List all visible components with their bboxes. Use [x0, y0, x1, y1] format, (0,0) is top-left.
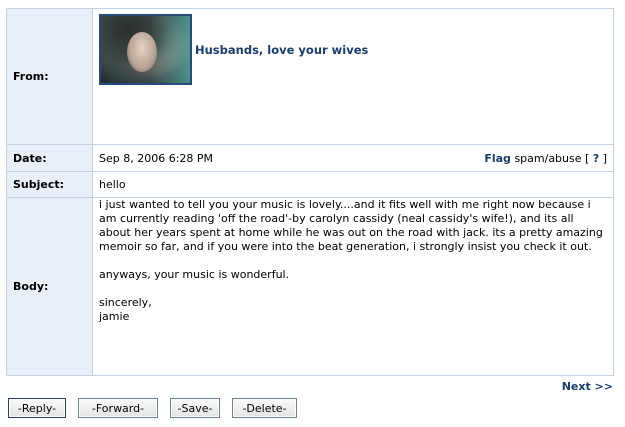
- delete-button[interactable]: -Delete-: [232, 398, 297, 418]
- body-paragraph: i just wanted to tell you your music is …: [99, 198, 603, 253]
- from-row: From: Husbands, love your wives: [6, 8, 614, 145]
- reply-button[interactable]: -Reply-: [8, 398, 66, 418]
- from-value: Husbands, love your wives: [92, 8, 614, 145]
- message-body: i just wanted to tell you your music is …: [92, 197, 614, 376]
- next-link[interactable]: Next >>: [562, 380, 613, 393]
- spam-label: spam/abuse: [514, 151, 582, 165]
- date-value-cell: Sep 8, 2006 6:28 PM Flag spam/abuse [ ? …: [92, 144, 614, 172]
- forward-button[interactable]: -Forward-: [78, 398, 158, 418]
- sender-avatar[interactable]: [99, 14, 192, 85]
- action-buttons: -Reply- -Forward- -Save- -Delete-: [8, 398, 309, 418]
- help-link[interactable]: ?: [593, 152, 599, 165]
- sender-name-link[interactable]: Husbands, love your wives: [195, 43, 368, 57]
- flag-area: Flag spam/abuse [ ? ]: [484, 152, 607, 165]
- body-label: Body:: [6, 197, 93, 376]
- body-paragraph: sincerely, jamie: [99, 296, 152, 323]
- body-row: Body: i just wanted to tell you your mus…: [6, 197, 614, 376]
- flag-link[interactable]: Flag: [484, 152, 511, 165]
- bracket-close: ]: [602, 151, 607, 165]
- message-date: Sep 8, 2006 6:28 PM: [99, 151, 214, 165]
- body-paragraph: anyways, your music is wonderful.: [99, 268, 290, 281]
- date-row: Date: Sep 8, 2006 6:28 PM Flag spam/abus…: [6, 144, 614, 172]
- subject-label: Subject:: [6, 171, 93, 198]
- save-button[interactable]: -Save-: [170, 398, 220, 418]
- subject-row: Subject: hello: [6, 171, 614, 198]
- bracket-open: [: [585, 151, 590, 165]
- subject-value: hello: [92, 171, 614, 198]
- message-table: From: Husbands, love your wives Date: Se…: [6, 8, 614, 376]
- from-label: From:: [6, 8, 93, 145]
- date-label: Date:: [6, 144, 93, 172]
